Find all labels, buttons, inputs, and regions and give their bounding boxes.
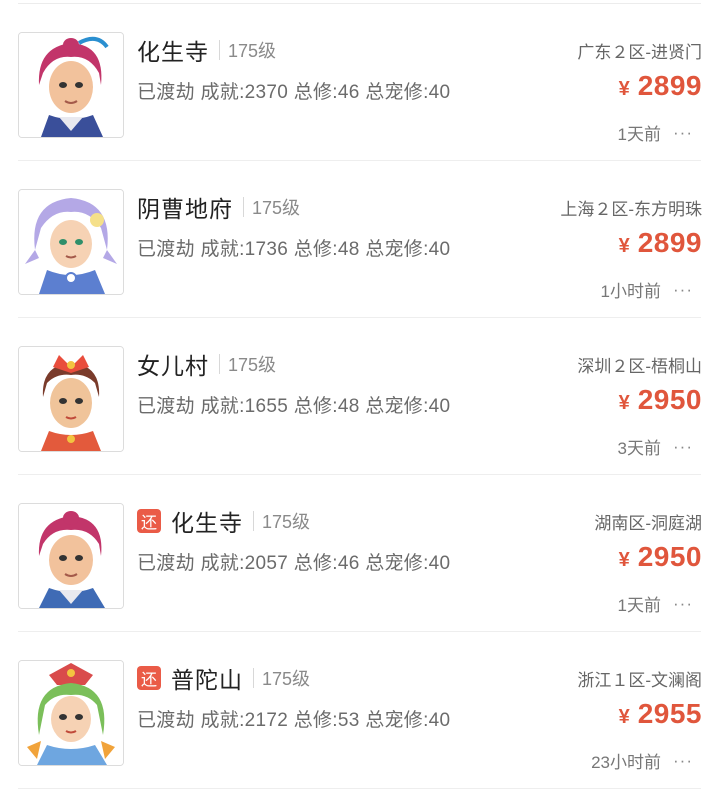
sect-name: 阴曹地府 (137, 196, 233, 222)
price: ¥2899 (619, 70, 702, 102)
title-separator (253, 511, 254, 531)
character-stats: 已渡劫 成就:1655 总修:48 总宠修:40 (137, 396, 451, 417)
listing-row[interactable]: 还 普陀山 175级 已渡劫 成就:2172 总修:53 总宠修:40 浙江１区… (0, 632, 719, 789)
listed-time: 23小时前 (591, 753, 662, 772)
more-options-icon[interactable]: ··· (673, 594, 693, 614)
title-line: 女儿村 175级 (137, 348, 276, 380)
more-options-icon[interactable]: ··· (673, 751, 693, 771)
sect-name: 普陀山 (171, 667, 243, 693)
time-line: 1小时前 ··· (601, 277, 693, 302)
putuoshan-avatar-icon[interactable] (18, 660, 124, 766)
price-amount: 2955 (637, 698, 702, 729)
price-amount: 2899 (637, 70, 702, 101)
title-line: 还 普陀山 175级 (137, 662, 310, 694)
character-stats: 已渡劫 成就:2172 总修:53 总宠修:40 (137, 710, 451, 731)
server-name: 广东２区-进贤门 (577, 43, 702, 62)
character-stats: 已渡劫 成就:1736 总修:48 总宠修:40 (137, 239, 451, 260)
yincaodifu-avatar-icon[interactable] (18, 189, 124, 295)
price-amount: 2950 (637, 384, 702, 415)
price: ¥2950 (619, 384, 702, 416)
server-name: 湖南区-洞庭湖 (594, 514, 702, 533)
sect-name: 化生寺 (171, 510, 243, 536)
huashengsi-avatar-icon[interactable] (18, 32, 124, 138)
listed-time: 1小时前 (600, 282, 662, 301)
listed-time: 3天前 (617, 439, 662, 458)
return-badge: 还 (137, 666, 161, 690)
title-line: 还 化生寺 175级 (137, 505, 310, 537)
character-stats: 已渡劫 成就:2057 总修:46 总宠修:40 (137, 553, 451, 574)
price-amount: 2950 (637, 541, 702, 572)
currency-symbol: ¥ (618, 549, 630, 571)
listed-time: 1天前 (617, 125, 662, 144)
sect-name: 化生寺 (137, 39, 209, 65)
title-separator (219, 354, 220, 374)
time-line: 3天前 ··· (618, 434, 693, 459)
listing-row[interactable]: 化生寺 175级 已渡劫 成就:2370 总修:46 总宠修:40 广东２区-进… (0, 4, 719, 161)
currency-symbol: ¥ (618, 392, 630, 414)
server-name: 上海２区-东方明珠 (560, 200, 702, 219)
time-line: 1天前 ··· (618, 120, 693, 145)
nuercun-avatar-icon[interactable] (18, 346, 124, 452)
title-separator (243, 197, 244, 217)
return-badge: 还 (137, 509, 161, 533)
more-options-icon[interactable]: ··· (673, 280, 693, 300)
price: ¥2955 (619, 698, 702, 730)
price: ¥2899 (619, 227, 702, 259)
server-name: 浙江１区-文澜阁 (577, 671, 702, 690)
character-level: 175级 (228, 41, 277, 61)
title-line: 阴曹地府 175级 (137, 191, 300, 223)
price-amount: 2899 (637, 227, 702, 258)
currency-symbol: ¥ (618, 235, 630, 257)
character-stats: 已渡劫 成就:2370 总修:46 总宠修:40 (137, 82, 451, 103)
character-level: 175级 (252, 198, 301, 218)
currency-symbol: ¥ (618, 706, 630, 728)
huashengsi-avatar-icon[interactable] (18, 503, 124, 609)
title-line: 化生寺 175级 (137, 34, 276, 66)
sect-name: 女儿村 (137, 353, 209, 379)
price: ¥2950 (619, 541, 702, 573)
listing-row[interactable]: 女儿村 175级 已渡劫 成就:1655 总修:48 总宠修:40 深圳２区-梧… (0, 318, 719, 475)
more-options-icon[interactable]: ··· (673, 123, 693, 143)
character-level: 175级 (262, 669, 311, 689)
row-divider (18, 788, 701, 789)
listed-time: 1天前 (617, 596, 662, 615)
listing-row[interactable]: 还 化生寺 175级 已渡劫 成就:2057 总修:46 总宠修:40 湖南区-… (0, 475, 719, 632)
title-separator (253, 668, 254, 688)
character-level: 175级 (262, 512, 311, 532)
server-name: 深圳２区-梧桐山 (577, 357, 702, 376)
listing-list: 化生寺 175级 已渡劫 成就:2370 总修:46 总宠修:40 广东２区-进… (0, 0, 719, 791)
title-separator (219, 40, 220, 60)
currency-symbol: ¥ (618, 78, 630, 100)
more-options-icon[interactable]: ··· (673, 437, 693, 457)
time-line: 23小时前 ··· (591, 748, 693, 773)
character-level: 175级 (228, 355, 277, 375)
time-line: 1天前 ··· (618, 591, 693, 616)
listing-row[interactable]: 阴曹地府 175级 已渡劫 成就:1736 总修:48 总宠修:40 上海２区-… (0, 161, 719, 318)
